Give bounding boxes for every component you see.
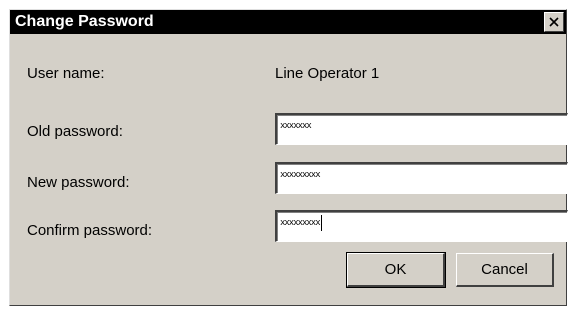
user-name-value: Line Operator 1 (275, 65, 380, 82)
confirm-password-field[interactable]: xxxxxxxxx (275, 210, 568, 242)
old-password-label: Old password: (27, 123, 123, 140)
cancel-button[interactable]: Cancel (456, 253, 554, 287)
old-password-mask: xxxxxxx (280, 121, 312, 131)
old-password-field[interactable]: xxxxxxx (275, 113, 568, 145)
dialog-title: Change Password (15, 13, 154, 30)
confirm-password-mask: xxxxxxxxx (280, 218, 321, 228)
ok-button[interactable]: OK (346, 252, 446, 288)
user-name-label: User name: (27, 65, 105, 82)
close-icon (549, 17, 559, 27)
new-password-mask: xxxxxxxxx (280, 170, 321, 180)
title-bar: Change Password (10, 10, 566, 34)
change-password-dialog: Change Password User name: Line Operator… (9, 9, 568, 306)
text-caret (320, 214, 322, 231)
new-password-field[interactable]: xxxxxxxxx (275, 162, 568, 194)
confirm-password-label: Confirm password: (27, 222, 153, 239)
new-password-label: New password: (27, 174, 130, 191)
close-button[interactable] (544, 12, 564, 32)
